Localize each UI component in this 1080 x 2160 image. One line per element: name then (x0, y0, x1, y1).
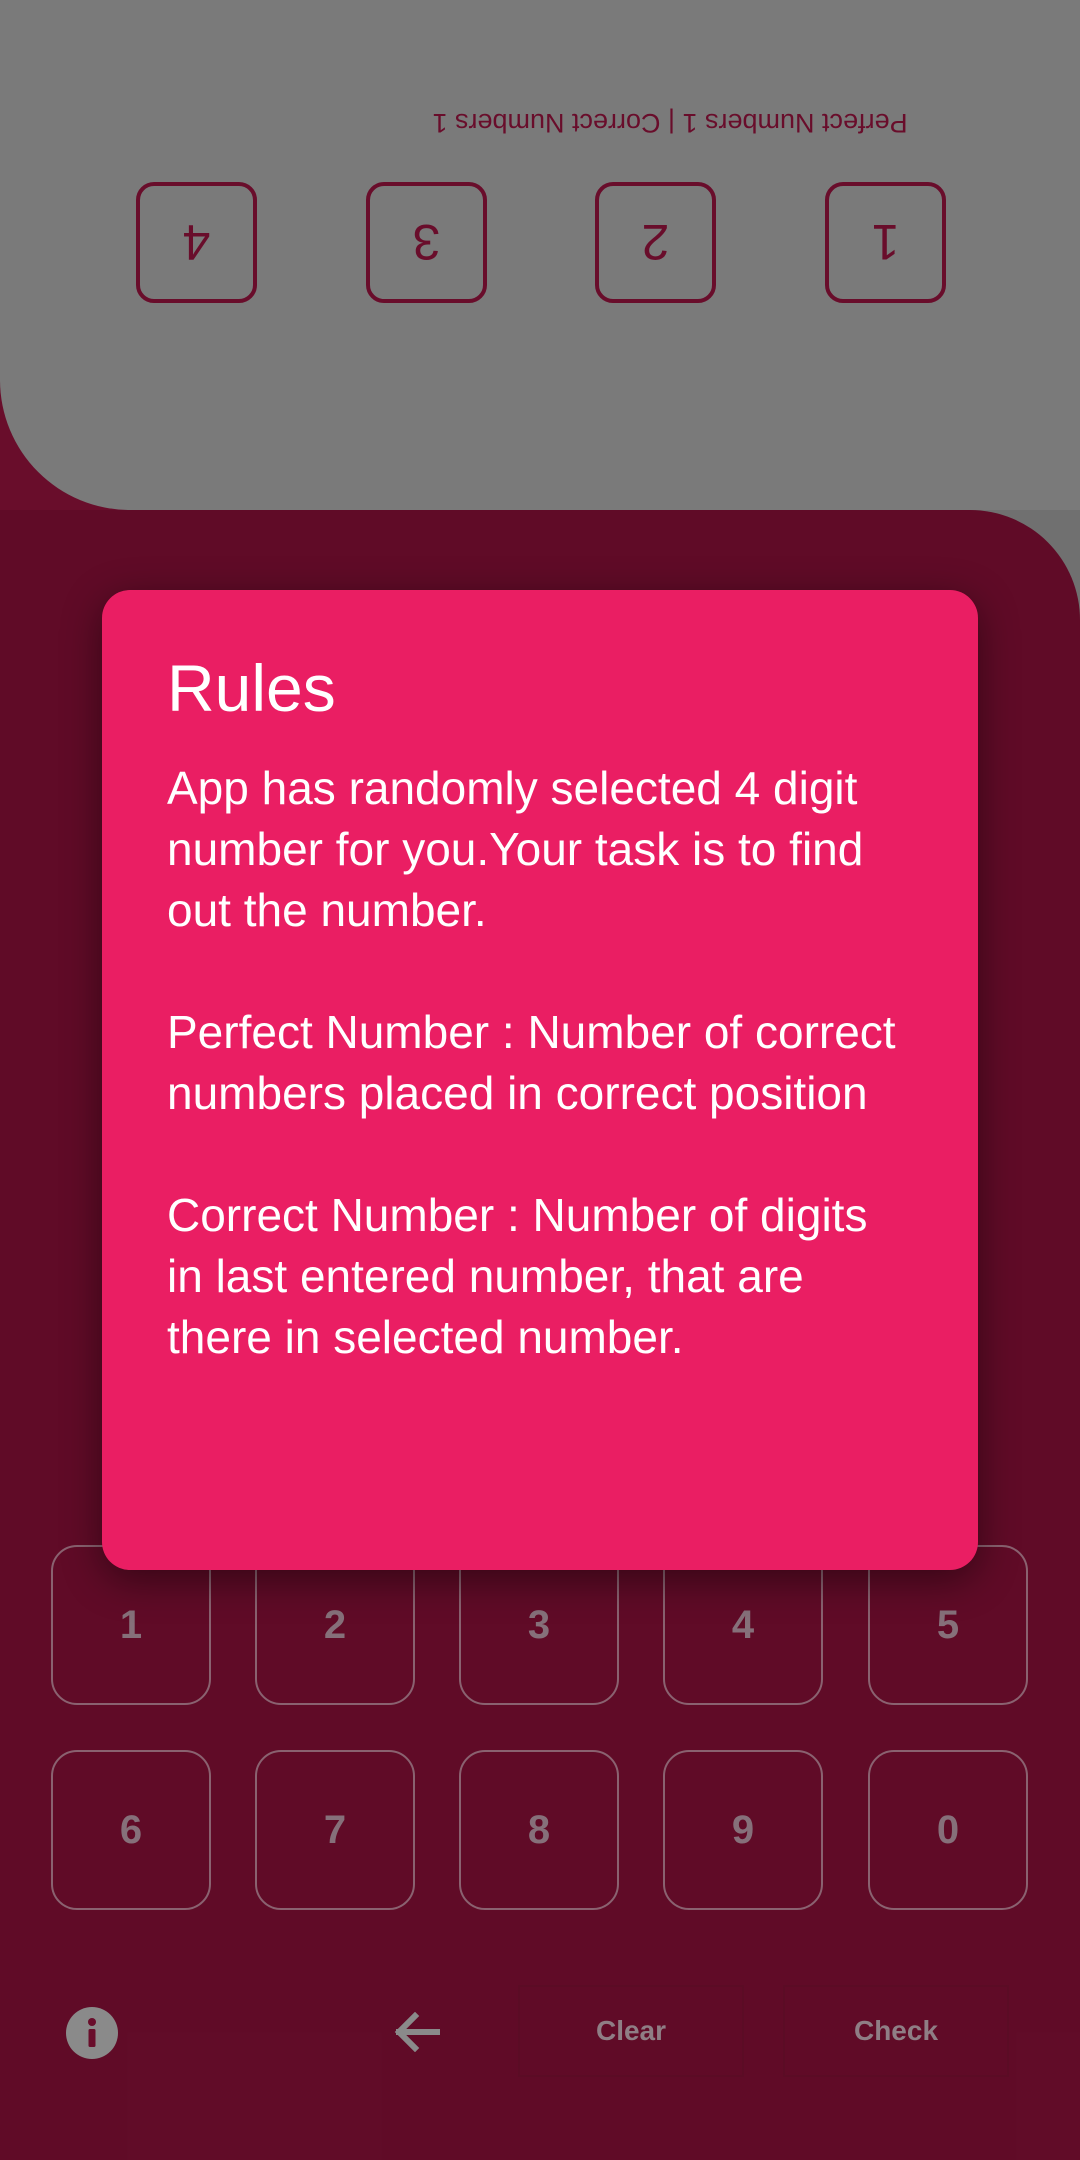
key-9[interactable]: 9 (663, 1750, 823, 1910)
arrow-left-icon (394, 2012, 440, 2052)
clear-button[interactable]: Clear (518, 1985, 744, 2077)
rules-paragraph-correct: Correct Number : Number of digits in las… (167, 1189, 868, 1363)
rules-paragraph-intro: App has randomly selected 4 digit number… (167, 762, 864, 936)
opponent-slot-3: 3 (366, 182, 487, 303)
info-icon (88, 2018, 96, 2047)
key-6[interactable]: 6 (51, 1750, 211, 1910)
opponent-score-text: Perfect Numbers 1 | Correct Numbers 1 (432, 108, 908, 138)
backspace-button[interactable] (387, 2002, 447, 2062)
key-8[interactable]: 8 (459, 1750, 619, 1910)
check-button[interactable]: Check (783, 1985, 1009, 2077)
key-7[interactable]: 7 (255, 1750, 415, 1910)
opponent-slot-1: 1 (825, 182, 946, 303)
dialog-title: Rules (167, 651, 336, 725)
key-0[interactable]: 0 (868, 1750, 1028, 1910)
rules-dialog: Rules App has randomly selected 4 digit … (102, 590, 978, 1570)
opponent-slot-4: 4 (136, 182, 257, 303)
info-button[interactable] (66, 2007, 118, 2059)
opponent-area: Perfect Numbers 1 | Correct Numbers 1 1 … (0, 0, 1080, 360)
rules-paragraph-perfect: Perfect Number : Number of correct numbe… (167, 1006, 896, 1119)
opponent-slot-2: 2 (595, 182, 716, 303)
